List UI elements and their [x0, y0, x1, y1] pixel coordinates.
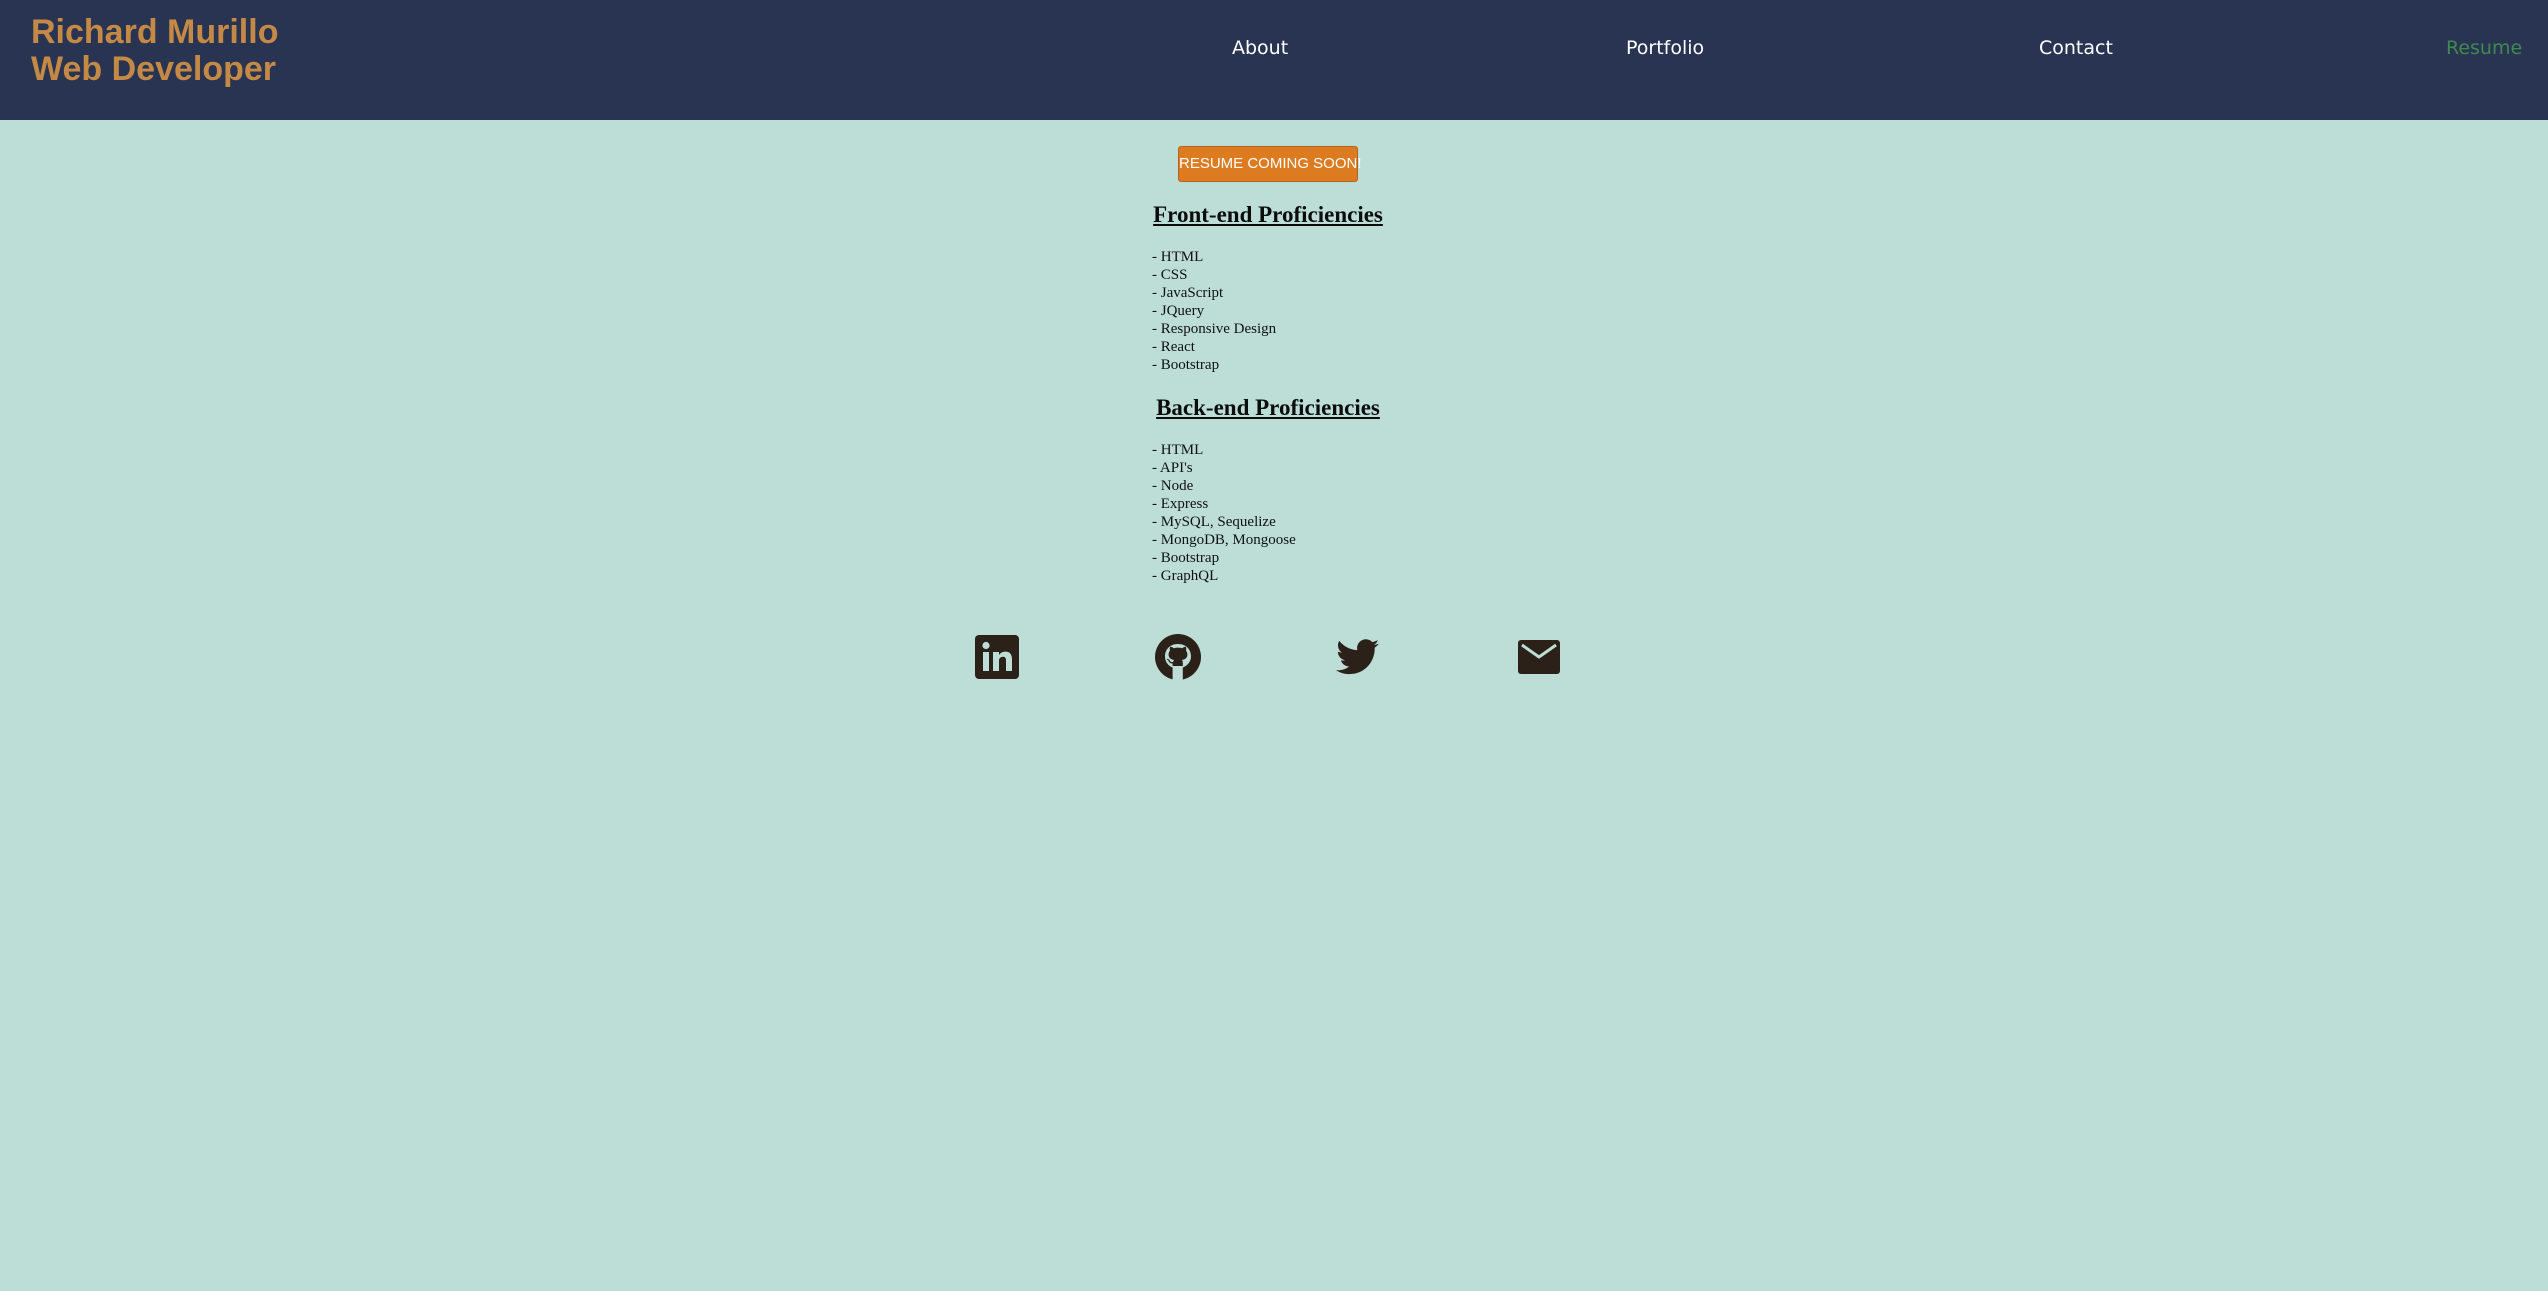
brand-name: Richard Murillo — [31, 13, 279, 51]
list-item: - MongoDB, Mongoose — [1152, 532, 1296, 548]
list-item: - Bootstrap — [1152, 357, 1220, 373]
linkedin-icon — [975, 635, 1019, 679]
email-icon — [1518, 640, 1560, 674]
github-icon — [1155, 634, 1201, 680]
nav-about-link[interactable]: About — [1232, 36, 1288, 60]
list-item: - MySQL, Sequelize — [1152, 514, 1276, 530]
list-item: - Express — [1152, 496, 1209, 512]
list-item: - JavaScript — [1152, 285, 1224, 301]
resume-coming-soon-button[interactable]: RESUME COMING SOON! — [1178, 146, 1362, 182]
list-item: - CSS — [1152, 267, 1188, 283]
list-item: - Bootstrap — [1152, 550, 1220, 566]
site-header: Richard Murillo Web Developer About Port… — [0, 0, 2548, 120]
list-item: - API's — [1152, 460, 1193, 476]
list-item: - Responsive Design — [1152, 321, 1277, 337]
brand-role: Web Developer — [31, 50, 277, 88]
list-item: - JQuery — [1152, 303, 1205, 319]
nav-resume-link[interactable]: Resume — [2446, 36, 2522, 60]
email-link[interactable] — [1515, 633, 1563, 681]
list-item: - Node — [1152, 478, 1194, 494]
github-link[interactable] — [1154, 633, 1202, 681]
list-item: - React — [1152, 339, 1195, 355]
front-end-skill-list: - HTML - CSS - JavaScript - JQuery - Res… — [1152, 248, 1276, 374]
back-end-skill-list: - HTML - API's - Node - Express - MySQL,… — [1152, 441, 1296, 585]
twitter-icon — [1336, 639, 1379, 675]
nav-portfolio-link[interactable]: Portfolio — [1626, 36, 1704, 60]
nav-contact-link[interactable]: Contact — [2039, 36, 2113, 60]
list-item: - HTML — [1152, 249, 1204, 265]
brand: Richard Murillo Web Developer — [31, 14, 278, 88]
list-item: - GraphQL — [1152, 568, 1219, 584]
list-item: - HTML — [1152, 442, 1204, 458]
twitter-link[interactable] — [1334, 633, 1382, 681]
back-end-heading: Back-end Proficiencies — [1156, 395, 1380, 420]
front-end-heading: Front-end Proficiencies — [1153, 202, 1383, 227]
linkedin-link[interactable] — [973, 633, 1021, 681]
